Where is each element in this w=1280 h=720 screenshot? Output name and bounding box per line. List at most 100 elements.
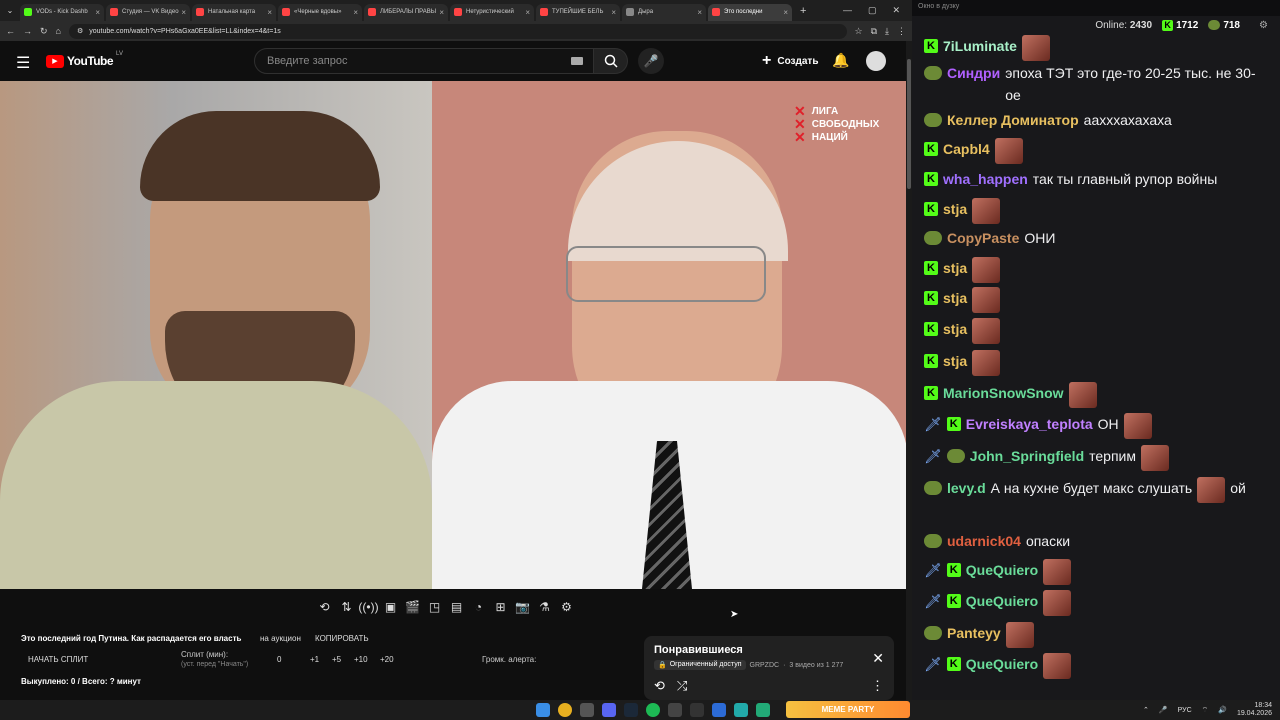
chat-username[interactable]: Capbl4 [943,138,990,160]
broadcast-icon[interactable]: ((•)) [358,599,378,616]
language-indicator[interactable]: РУС [1178,707,1192,714]
chat-username[interactable]: John_Springfield [970,445,1084,467]
chat-username[interactable]: QueQuiero [966,653,1038,675]
tab-close-icon[interactable]: × [353,8,358,17]
tab-close-icon[interactable]: × [181,8,186,17]
taskbar-app-icon-4[interactable] [756,703,770,717]
chat-username[interactable]: wha_happen [943,168,1028,190]
auction-button[interactable]: на аукцион [260,634,301,643]
chat-username[interactable]: stja [943,257,967,279]
url-input[interactable]: ⚙ youtube.com/watch?v=PHs6aGxa0EE&list=L… [68,23,847,39]
tray-mic-icon[interactable]: 🎤 [1159,706,1168,714]
clock-time[interactable]: 18:34 [1237,702,1272,710]
copy-button[interactable]: КОПИРОВАТЬ [315,634,369,643]
playlist-more-icon[interactable]: ⋮ [871,678,884,694]
obs-icon[interactable] [668,703,682,717]
chat-username[interactable]: Синдри [947,62,1000,84]
browser-tab[interactable]: Дыра × [622,3,706,21]
taskbar-app-icon[interactable] [580,703,594,717]
start-split-button[interactable]: НАЧАТЬ СПЛИТ [28,655,88,664]
settings-gear-icon[interactable]: ⚙ [558,599,575,616]
chat-username[interactable]: stja [943,287,967,309]
hamburger-menu-icon[interactable]: ☰ [16,53,30,73]
chrome-icon[interactable] [558,703,572,717]
playlist-loop-icon[interactable]: ⟲ [654,678,665,694]
taskbar-app-icon-3[interactable] [712,703,726,717]
chat-username[interactable]: Келлер Доминатор [947,109,1079,131]
site-info-icon[interactable]: ⚙ [77,27,83,35]
forward-icon[interactable]: → [23,26,32,36]
browser-menu-icon[interactable]: ⋮ [897,26,906,37]
chat-username[interactable]: levy.d [947,477,986,499]
bookmark-star-icon[interactable]: ☆ [855,26,863,37]
close-playlist-icon[interactable]: ✕ [872,650,884,667]
browser-tab[interactable]: VODs - Kick Dashb × [20,3,104,21]
chat-username[interactable]: stja [943,198,967,220]
minimize-icon[interactable]: — [843,5,852,16]
chat-username[interactable]: stja [943,318,967,340]
browser-tab[interactable]: Студия — VK Видео × [106,3,190,21]
windows-start-icon[interactable] [536,703,550,717]
chat-username[interactable]: QueQuiero [966,590,1038,612]
steam-icon[interactable] [624,703,638,717]
split-value-input[interactable]: 0 [277,655,281,664]
tab-close-icon[interactable]: × [95,8,100,17]
video-player[interactable]: ✕ ✕ ✕ ЛИГА СВОБОДНЫХ НАЦИЙ [0,81,908,589]
clock-date[interactable]: 19.04.2026 [1237,710,1272,718]
search-button[interactable] [594,48,628,74]
add-clip-icon[interactable]: ⊞ [492,599,509,616]
chat-username[interactable]: stja [943,350,967,372]
keyboard-icon[interactable] [571,57,583,65]
chat-username[interactable]: udarnick04 [947,530,1021,552]
browser-tab[interactable]: Натальная карта × [192,3,276,21]
maximize-icon[interactable]: ▢ [868,5,877,16]
home-icon[interactable]: ⌂ [56,26,61,36]
browser-tab[interactable]: Это последни × [708,3,792,21]
extensions-icon[interactable]: ⧉ [871,26,877,37]
meme-party-banner[interactable]: MEME PARTY [786,701,910,718]
reload-icon[interactable]: ↻ [40,26,48,37]
avatar[interactable] [866,51,886,71]
tab-close-icon[interactable]: × [697,8,702,17]
add-10-button[interactable]: +10 [354,655,368,664]
notifications-bell-icon[interactable]: 🔔 [832,52,849,69]
chat-username[interactable]: Panteyy [947,622,1001,644]
browser-tab[interactable]: ЛИБЕРАЛЫ ПРАВЫ × [364,3,448,21]
chat-username[interactable]: Evreiskaya_teplota [966,413,1093,435]
chat-settings-icon[interactable]: ⚙ [1259,20,1268,31]
tab-close-icon[interactable]: × [525,8,530,17]
download-icon[interactable]: ⤓ [885,26,889,37]
network-icon[interactable]: ⌔ [1202,706,1209,715]
tray-chevron-icon[interactable]: ⌃ [1143,706,1149,714]
browser-tab[interactable]: Нетуристический × [450,3,534,21]
browser-tab[interactable]: «Черные вдовы» × [278,3,362,21]
browser-tab[interactable]: ТУПЕЙШИЕ БЕЛЬ × [536,3,620,21]
spotify-icon[interactable] [646,703,660,717]
telegram-icon[interactable] [734,703,748,717]
add-1-button[interactable]: +1 [310,655,319,664]
volume-icon[interactable]: 🔊 [1218,706,1227,714]
back-icon[interactable]: ← [6,26,15,36]
tab-close-icon[interactable]: × [439,8,444,17]
tab-close-icon[interactable]: × [783,8,788,17]
theater-icon[interactable]: ▤ [448,599,465,616]
miniplayer-icon[interactable]: ◳ [426,599,443,616]
tab-close-icon[interactable]: × [611,8,616,17]
scrollbar-thumb[interactable] [907,59,911,189]
chat-username[interactable]: CopyPaste [947,227,1019,249]
create-button[interactable]: + Создать [752,49,828,73]
sort-icon[interactable]: ⇅ [338,599,355,616]
watch-later-icon[interactable]: ▣ [382,599,399,616]
add-20-button[interactable]: +20 [380,655,394,664]
tab-close-icon[interactable]: × [267,8,272,17]
add-5-button[interactable]: +5 [332,655,341,664]
new-tab-button[interactable]: + [800,5,806,17]
chat-username[interactable]: QueQuiero [966,559,1038,581]
tab-search-icon[interactable]: ⌄ [0,2,20,19]
close-window-icon[interactable]: ✕ [892,5,900,16]
chat-username[interactable]: MarionSnowSnow [943,382,1064,404]
screenshot-icon[interactable]: 📷 [514,599,531,616]
discord-icon[interactable] [602,703,616,717]
voice-search-button[interactable]: 🎤 [638,48,664,74]
taskbar-app-icon-2[interactable] [690,703,704,717]
